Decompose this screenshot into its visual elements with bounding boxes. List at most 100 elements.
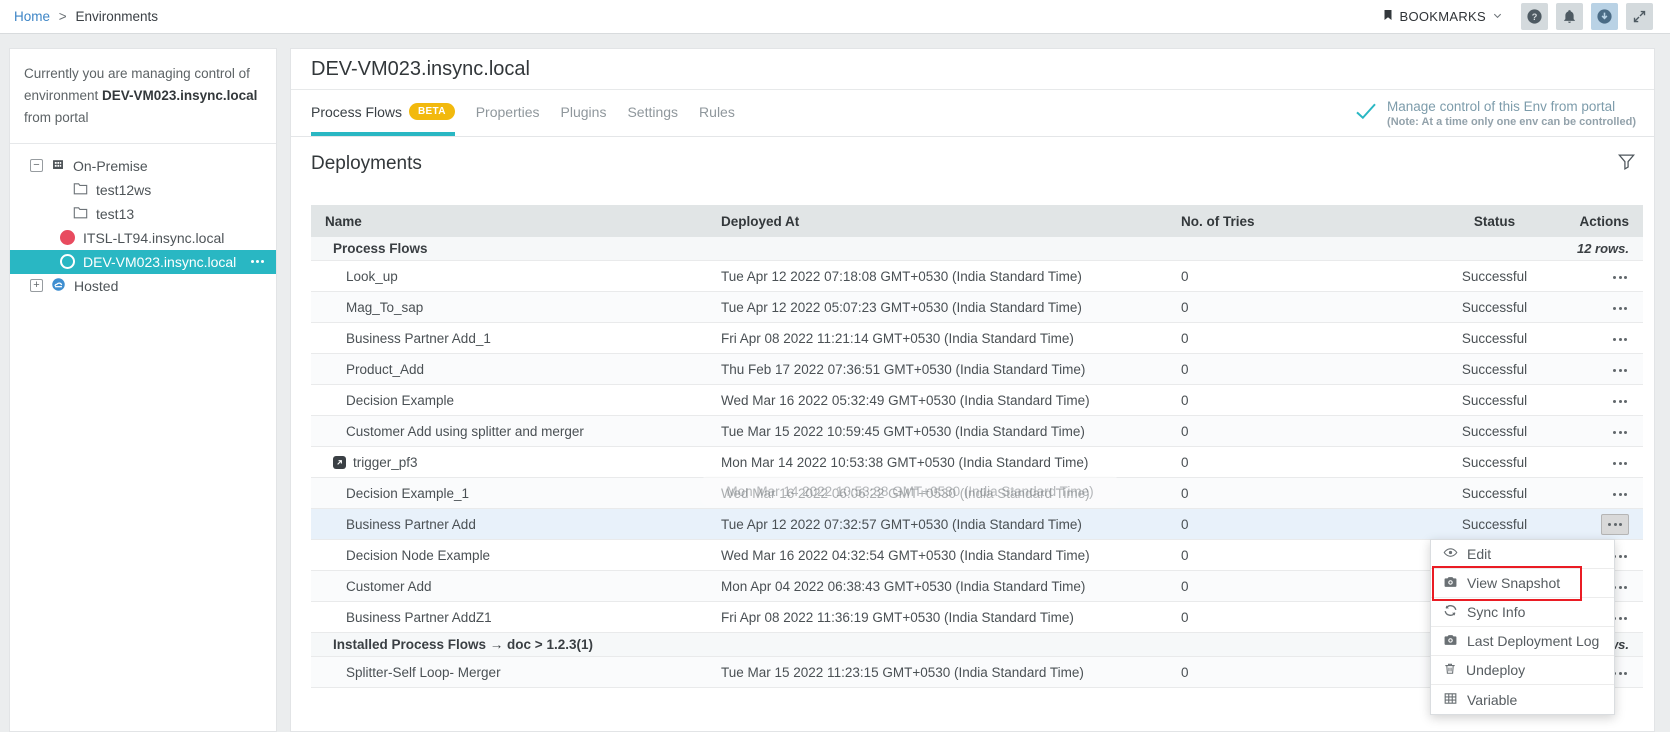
row-actions-button[interactable] — [1611, 363, 1629, 378]
svg-text:?: ? — [1532, 12, 1538, 22]
status-badge: Successful — [1421, 393, 1568, 408]
camera-icon — [1443, 574, 1458, 592]
tree-item-hosted[interactable]: + Hosted — [10, 274, 276, 298]
notifications-button[interactable] — [1556, 3, 1583, 30]
collapse-icon[interactable]: − — [30, 159, 43, 172]
table-row[interactable]: Product_Add Thu Feb 17 2022 07:36:51 GMT… — [311, 354, 1643, 385]
row-actions-button[interactable] — [1611, 425, 1629, 440]
folder-icon — [73, 182, 88, 198]
bookmarks-label: BOOKMARKS — [1400, 9, 1487, 24]
menu-item-edit[interactable]: Edit — [1431, 540, 1614, 569]
hosted-cloud-icon — [51, 277, 66, 295]
row-actions-button[interactable] — [1611, 456, 1629, 471]
offline-status-icon — [60, 230, 75, 245]
sidebar-divider — [10, 143, 276, 144]
trash-icon — [1443, 661, 1457, 679]
tab-plugins[interactable]: Plugins — [561, 94, 607, 136]
column-header-deployed-at: Deployed At — [721, 214, 1181, 229]
notice-env-name: DEV-VM023.insync.local — [102, 88, 257, 103]
tree-item-test13[interactable]: test13 — [10, 202, 276, 226]
tab-settings[interactable]: Settings — [627, 94, 678, 136]
tab-process-flows[interactable]: Process Flows BETA — [311, 93, 455, 136]
folder-icon — [73, 206, 88, 222]
status-badge: Successful — [1421, 269, 1568, 284]
table-row[interactable]: Customer Add using splitter and merger T… — [311, 416, 1643, 447]
managing-control-notice: Currently you are managing control of en… — [10, 49, 276, 141]
status-badge: Successful — [1421, 331, 1568, 346]
help-icon: ? — [1526, 8, 1543, 25]
tree-item-label: DEV-VM023.insync.local — [83, 254, 236, 270]
column-header-status: Status — [1421, 214, 1568, 229]
tree-item-label: Hosted — [74, 278, 118, 294]
menu-item-last-deployment-log[interactable]: Last Deployment Log — [1431, 627, 1614, 656]
tree-item-label: test13 — [96, 206, 134, 222]
expand-button[interactable] — [1626, 3, 1653, 30]
tree-item-label: ITSL-LT94.insync.local — [83, 230, 224, 246]
trigger-link-icon — [333, 456, 346, 469]
tree-item-actions-button[interactable] — [251, 260, 264, 263]
breadcrumb: Home > Environments — [14, 9, 158, 24]
tab-rules[interactable]: Rules — [699, 94, 735, 136]
sidebar: Currently you are managing control of en… — [9, 48, 277, 732]
table-row[interactable]: Decision Example Wed Mar 16 2022 05:32:4… — [311, 385, 1643, 416]
status-badge: Successful — [1421, 486, 1568, 501]
filter-icon[interactable] — [1617, 152, 1636, 176]
menu-item-undeploy[interactable]: Undeploy — [1431, 656, 1614, 685]
row-actions-button[interactable] — [1611, 301, 1629, 316]
row-actions-button[interactable] — [1611, 487, 1629, 502]
breadcrumb-home-link[interactable]: Home — [14, 9, 50, 24]
manage-control-label: Manage control of this Env from portal — [1387, 99, 1636, 114]
sync-icon — [1443, 603, 1458, 621]
expand-icon[interactable]: + — [30, 279, 43, 292]
help-button[interactable]: ? — [1521, 3, 1548, 30]
status-badge: Successful — [1421, 362, 1568, 377]
row-actions-button[interactable] — [1611, 394, 1629, 409]
menu-item-variable[interactable]: Variable — [1431, 685, 1614, 714]
menu-item-view-snapshot[interactable]: View Snapshot — [1431, 569, 1614, 598]
table-row[interactable]: Business Partner Add_1 Fri Apr 08 2022 1… — [311, 323, 1643, 354]
row-actions-button[interactable] — [1611, 270, 1629, 285]
camera-icon — [1443, 632, 1458, 650]
chevron-down-icon — [1492, 9, 1503, 24]
group-row-count: 12 rows. — [1577, 241, 1643, 256]
row-actions-context-menu: Edit View Snapshot Sync Info Last Deploy… — [1430, 539, 1615, 715]
download-circle-icon — [1596, 8, 1613, 25]
manage-control-toggle[interactable]: Manage control of this Env from portal (… — [1355, 99, 1636, 136]
table-row-selected[interactable]: Business Partner Add Tue Apr 12 2022 07:… — [311, 509, 1643, 540]
tree-item-dev-vm023-selected[interactable]: DEV-VM023.insync.local — [10, 250, 276, 274]
tree-item-label: test12ws — [96, 182, 151, 198]
title-divider — [291, 89, 1654, 90]
manage-control-note: (Note: At a time only one env can be con… — [1387, 116, 1636, 128]
table-header-row: Name Deployed At No. of Tries Status Act… — [311, 205, 1643, 237]
row-actions-button[interactable] — [1611, 332, 1629, 347]
status-badge: Successful — [1421, 455, 1568, 470]
row-actions-button-active[interactable] — [1601, 514, 1629, 535]
column-header-no-of-tries: No. of Tries — [1181, 214, 1421, 229]
tabs-bar: Process Flows BETA Properties Plugins Se… — [291, 93, 1654, 137]
environment-tree: − On-Premise test12ws test13 ITSL-LT94.i… — [10, 154, 276, 298]
download-button[interactable] — [1591, 3, 1618, 30]
menu-item-sync-info[interactable]: Sync Info — [1431, 598, 1614, 627]
bell-icon — [1562, 9, 1577, 24]
group-label: Installed Process Flows → doc > 1.2.3(1) — [311, 637, 593, 652]
tree-item-itsl-lt94[interactable]: ITSL-LT94.insync.local — [10, 226, 276, 250]
status-badge: Successful — [1421, 424, 1568, 439]
table-row[interactable]: Mag_To_sap Tue Apr 12 2022 05:07:23 GMT+… — [311, 292, 1643, 323]
table-group-row: Process Flows 12 rows. — [311, 237, 1643, 261]
bookmarks-dropdown[interactable]: BOOKMARKS — [1382, 8, 1504, 25]
table-row[interactable]: Look_up Tue Apr 12 2022 07:18:08 GMT+053… — [311, 261, 1643, 292]
tree-item-on-premise[interactable]: − On-Premise — [10, 154, 276, 178]
table-grid-icon — [1443, 691, 1458, 709]
deployments-header: Deployments — [311, 147, 1636, 181]
section-title: Deployments — [311, 153, 422, 175]
page-title: DEV-VM023.insync.local — [311, 58, 530, 81]
breadcrumb-current: Environments — [75, 9, 158, 24]
tree-item-test12ws[interactable]: test12ws — [10, 178, 276, 202]
group-label: Process Flows — [311, 241, 428, 256]
topbar: Home > Environments BOOKMARKS ? — [0, 0, 1670, 34]
table-row-trigger-pf3[interactable]: trigger_pf3 Mon Mar 14 2022 10:53:38 GMT… — [311, 447, 1643, 478]
expand-arrows-icon — [1632, 9, 1647, 24]
tab-properties[interactable]: Properties — [476, 94, 540, 136]
online-status-icon — [60, 254, 75, 269]
table-row[interactable]: Decision Example_1 Wed Mar 16 2022 06:06… — [311, 478, 1643, 509]
